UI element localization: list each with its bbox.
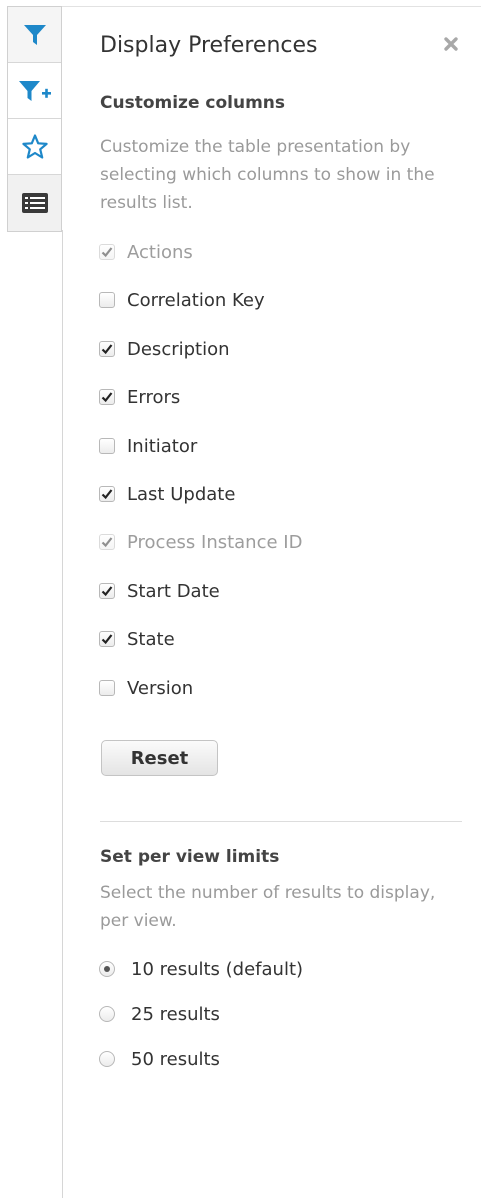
list-icon: [21, 193, 48, 213]
checkbox-checked: [99, 244, 115, 260]
column-option[interactable]: Version: [99, 676, 193, 700]
checkmark-icon: [101, 634, 113, 645]
column-option: Process Instance ID: [99, 530, 302, 554]
column-option[interactable]: Description: [99, 337, 230, 361]
panel-divider: [62, 230, 63, 1198]
column-option-label: Initiator: [127, 435, 198, 457]
close-icon: [444, 37, 458, 51]
filter-tool-button[interactable]: [8, 7, 61, 63]
column-option-label: Process Instance ID: [127, 531, 303, 553]
checkmark-icon: [101, 586, 113, 597]
column-option[interactable]: Last Update: [99, 482, 235, 506]
column-option-label: Version: [127, 677, 194, 699]
limit-option[interactable]: 10 results (default): [99, 957, 303, 981]
filter-icon: [23, 24, 46, 45]
radio-unselected[interactable]: [99, 1006, 115, 1022]
customize-columns-help: Customize the table presentation by sele…: [100, 137, 435, 213]
checkbox-checked: [99, 534, 115, 550]
filter-add-icon: [18, 80, 51, 101]
checkbox-checked[interactable]: [99, 583, 115, 599]
reset-button[interactable]: Reset: [101, 740, 218, 776]
radio-unselected[interactable]: [99, 1051, 115, 1067]
column-option-label: Description: [127, 338, 230, 360]
limit-option-label: 10 results (default): [131, 958, 304, 980]
limit-option-label: 25 results: [131, 1003, 220, 1025]
limit-option[interactable]: 50 results: [99, 1047, 220, 1071]
column-option-label: Errors: [127, 386, 181, 408]
column-option-label: Last Update: [127, 483, 236, 505]
checkmark-icon: [101, 344, 113, 355]
column-option-label: Correlation Key: [127, 289, 265, 311]
checkbox-checked[interactable]: [99, 341, 115, 357]
star-icon: [21, 133, 48, 159]
display-preferences-tool-button[interactable]: [8, 175, 61, 231]
checkbox-checked[interactable]: [99, 389, 115, 405]
checkmark-icon: [101, 392, 113, 403]
radio-selected[interactable]: [99, 961, 115, 977]
limit-option[interactable]: 25 results: [99, 1002, 220, 1026]
column-option-label: State: [127, 628, 175, 650]
limit-option-label: 50 results: [131, 1048, 220, 1070]
checkbox-checked[interactable]: [99, 486, 115, 502]
side-toolbar: [7, 6, 62, 232]
top-border: [62, 6, 481, 7]
column-option-label: Actions: [127, 241, 193, 263]
checkbox-unchecked[interactable]: [99, 680, 115, 696]
close-button[interactable]: [440, 33, 462, 55]
checkmark-icon: [101, 247, 113, 258]
column-option[interactable]: Errors: [99, 385, 180, 409]
checkbox-checked[interactable]: [99, 631, 115, 647]
section-divider: [100, 821, 462, 822]
panel-title: Display Preferences: [100, 33, 318, 58]
column-option[interactable]: Initiator: [99, 434, 197, 458]
customize-columns-heading: Customize columns: [100, 93, 286, 113]
checkmark-icon: [101, 537, 113, 548]
column-option[interactable]: Correlation Key: [99, 288, 265, 312]
display-preferences-screen: Display Preferences Customize columns Cu…: [0, 0, 481, 1198]
radio-dot: [104, 966, 110, 972]
column-option[interactable]: State: [99, 627, 175, 651]
per-view-limits-help: Select the number of results to display,…: [100, 883, 436, 931]
favorites-tool-button[interactable]: [8, 119, 61, 175]
checkmark-icon: [101, 489, 113, 500]
column-option[interactable]: Start Date: [99, 579, 220, 603]
column-option-label: Start Date: [127, 580, 220, 602]
column-option: Actions: [99, 240, 193, 264]
per-view-limits-heading: Set per view limits: [100, 847, 280, 867]
checkbox-unchecked[interactable]: [99, 438, 115, 454]
add-filter-tool-button[interactable]: [8, 63, 61, 119]
checkbox-unchecked[interactable]: [99, 292, 115, 308]
